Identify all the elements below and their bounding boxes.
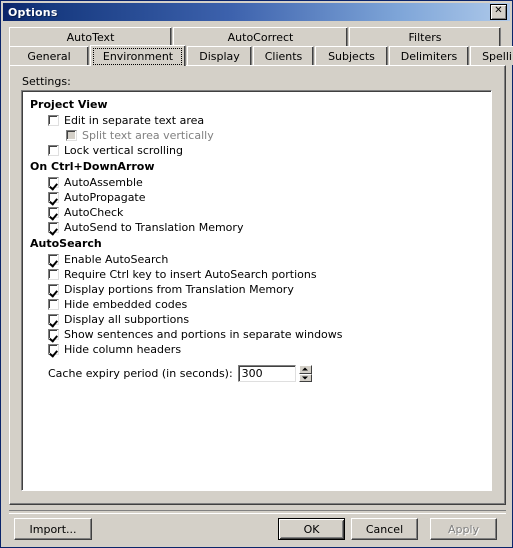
checkbox-label: AutoAssemble (64, 176, 143, 189)
checkbox-label: Split text area vertically (82, 129, 214, 142)
tab-label: Spelling (482, 49, 513, 63)
checkbox-row[interactable]: Edit in separate text area (23, 113, 491, 128)
checkbox-label: Display portions from Translation Memory (64, 283, 294, 296)
tab-label: Delimiters (400, 49, 458, 63)
tab-row-top: AutoText AutoCorrect Filters (9, 27, 502, 46)
checkbox-row[interactable]: AutoSend to Translation Memory (23, 220, 491, 235)
close-icon: ✕ (494, 5, 503, 16)
tab-label: Display (199, 49, 240, 63)
tab-display[interactable]: Display (187, 46, 252, 65)
import-button-label: Import... (29, 522, 77, 536)
tab-autotext[interactable]: AutoText (9, 27, 172, 46)
tab-label: Clients (264, 49, 303, 63)
checkbox-hide-embedded-codes[interactable] (48, 299, 59, 310)
checkbox-autosend-to-translation-memory[interactable] (48, 222, 59, 233)
tab-environment[interactable]: Environment (90, 45, 186, 66)
spinner-up-arrow-icon (302, 367, 309, 371)
checkbox-row[interactable]: AutoCheck (23, 205, 491, 220)
checkbox-row[interactable]: Display all subportions (23, 312, 491, 327)
tab-label: General (27, 49, 71, 63)
checkbox-lock-vertical-scrolling[interactable] (48, 145, 59, 156)
checkbox-enable-autosearch[interactable] (48, 254, 59, 265)
checkbox-label: AutoSend to Translation Memory (64, 221, 244, 234)
cancel-button-label: Cancel (365, 522, 404, 536)
checkbox-autopropagate[interactable] (48, 192, 59, 203)
checkbox-row[interactable]: Show sentences and portions in separate … (23, 327, 491, 342)
settings-list: Project View Edit in separate text area Sp… (22, 91, 491, 490)
checkbox-row[interactable]: Hide column headers (23, 342, 491, 357)
checkbox-row: Split text area vertically (23, 128, 491, 143)
tab-label: Filters (408, 30, 442, 44)
spinner-down-button[interactable] (298, 373, 312, 382)
checkbox-autocheck[interactable] (48, 207, 59, 218)
tab-delimiters[interactable]: Delimiters (389, 46, 469, 65)
cancel-button[interactable]: Cancel (351, 518, 418, 540)
tab-autocorrect[interactable]: AutoCorrect (173, 27, 348, 46)
apply-button: Apply (430, 518, 497, 540)
tab-clients[interactable]: Clients (253, 46, 314, 65)
tab-strip: AutoText AutoCorrect Filters General Enviro… (9, 27, 513, 67)
checkbox-edit-in-separate-text-area[interactable] (48, 115, 59, 126)
checkbox-row[interactable]: Lock vertical scrolling (23, 143, 491, 158)
checkbox-label: Show sentences and portions in separate … (64, 328, 343, 341)
spinner-up-button[interactable] (298, 365, 312, 374)
checkbox-label: Hide embedded codes (64, 298, 188, 311)
checkbox-label: Hide column headers (64, 343, 182, 356)
import-button[interactable]: Import... (14, 518, 92, 540)
checkbox-label: AutoPropagate (64, 191, 146, 204)
spinner-down-arrow-icon (302, 376, 309, 380)
tab-filters[interactable]: Filters (349, 27, 501, 46)
checkbox-row[interactable]: AutoPropagate (23, 190, 491, 205)
checkbox-require-ctrl-key-to-insert-autosearch-portions[interactable] (48, 269, 59, 280)
window-title: Options (8, 5, 58, 19)
tab-subjects[interactable]: Subjects (315, 46, 388, 65)
close-button[interactable]: ✕ (490, 4, 507, 20)
tab-content-panel: Settings: Project View Edit in separate t… (9, 65, 506, 505)
options-dialog: Options ✕ AutoText AutoCorrect Filters Gen… (0, 0, 513, 548)
checkbox-display-portions-from-translation-memory[interactable] (48, 284, 59, 295)
cache-expiry-spinner[interactable] (298, 365, 312, 382)
settings-group-header: Project View (30, 98, 108, 111)
cache-expiry-label: Cache expiry period (in seconds): (48, 367, 233, 380)
checkbox-row[interactable]: AutoAssemble (23, 175, 491, 190)
checkbox-row[interactable]: Hide embedded codes (23, 297, 491, 312)
tab-content-inner: Settings: Project View Edit in separate t… (10, 66, 505, 504)
cache-expiry-input[interactable] (237, 365, 296, 382)
tab-focus-ring (93, 48, 182, 65)
tab-label: AutoCorrect (227, 30, 294, 44)
button-bar-separator (9, 510, 506, 514)
checkbox-label: Lock vertical scrolling (64, 144, 184, 157)
title-bar[interactable]: Options ✕ (3, 3, 510, 21)
tab-spelling[interactable]: Spelling (470, 46, 513, 65)
settings-listbox[interactable]: Project View Edit in separate text area Sp… (21, 90, 492, 491)
settings-group-header: AutoSearch (30, 237, 102, 250)
checkbox-label: Display all subportions (64, 313, 190, 326)
checkbox-autoassemble[interactable] (48, 177, 59, 188)
checkbox-row[interactable]: Enable AutoSearch (23, 252, 491, 267)
checkbox-label: Require Ctrl key to insert AutoSearch po… (64, 268, 317, 281)
ok-button[interactable]: OK (278, 518, 345, 540)
settings-group-header: On Ctrl+DownArrow (30, 160, 155, 173)
cache-expiry-row: Cache expiry period (in seconds): (23, 365, 491, 382)
checkbox-row[interactable]: Require Ctrl key to insert AutoSearch po… (23, 267, 491, 282)
settings-label: Settings: (22, 75, 71, 88)
checkbox-split-text-area-vertically (66, 130, 77, 141)
tab-general[interactable]: General (9, 46, 89, 65)
apply-button-label: Apply (447, 522, 480, 536)
tab-label: Subjects (328, 49, 375, 63)
ok-button-label: OK (303, 522, 320, 536)
checkbox-row[interactable]: Display portions from Translation Memory (23, 282, 491, 297)
checkbox-label: Enable AutoSearch (64, 253, 169, 266)
tab-row-bottom: General Environment Display Clients Subjects… (9, 45, 513, 66)
tab-label: AutoText (66, 30, 115, 44)
checkbox-hide-column-headers[interactable] (48, 344, 59, 355)
checkbox-display-all-subportions[interactable] (48, 314, 59, 325)
checkbox-show-sentences-and-portions-in-separate-windows[interactable] (48, 329, 59, 340)
checkbox-label: AutoCheck (64, 206, 124, 219)
checkbox-label: Edit in separate text area (64, 114, 205, 127)
